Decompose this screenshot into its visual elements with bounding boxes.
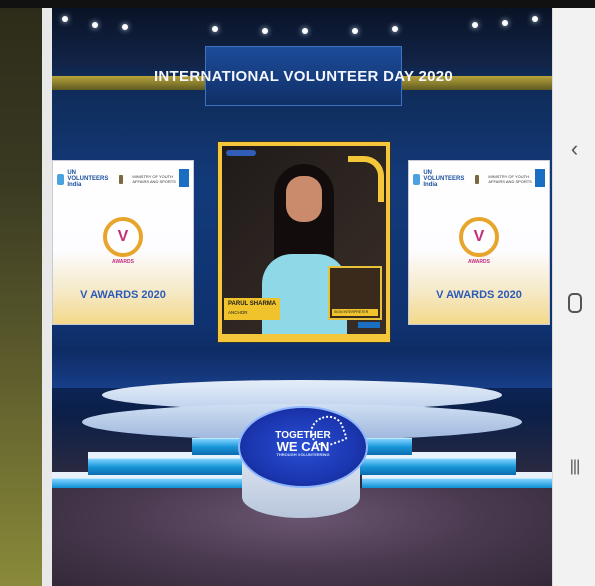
speaker-video-frame: PARUL SHARMA ANCHOR SIGN INTERPRETER <box>217 141 391 343</box>
un-volunteers-text: UN VOLUNTEERS India <box>67 170 108 188</box>
left-background-strip <box>0 8 52 586</box>
un-volunteers-country: India <box>67 182 82 188</box>
left-award-banner: UN VOLUNTEERS India MINISTRY OF YOUTH AF… <box>52 160 194 325</box>
home-icon <box>567 293 582 313</box>
banner-logo-row: UN VOLUNTEERS India MINISTRY OF YOUTH AF… <box>57 169 189 189</box>
home-button[interactable] <box>553 293 595 317</box>
event-title-panel: INTERNATIONAL VOLUNTEER DAY 2020 <box>154 46 453 106</box>
top-bar <box>0 0 595 8</box>
ceiling-light <box>472 22 478 28</box>
award-title: V AWARDS 2020 <box>80 289 166 301</box>
v-awards-logo-text: AWARDS <box>112 259 134 265</box>
led-strip <box>358 458 516 475</box>
led-strip <box>88 458 246 475</box>
national-emblem-icon <box>119 174 124 184</box>
decorative-curve <box>226 150 256 156</box>
event-title: INTERNATIONAL VOLUNTEER DAY 2020 <box>153 67 454 85</box>
ceiling-light <box>502 20 508 26</box>
ceiling-light <box>302 28 308 34</box>
speaker-face <box>286 176 322 222</box>
award-title: V AWARDS 2020 <box>436 289 522 301</box>
un-volunteers-label: UN VOLUNTEERS <box>67 170 109 182</box>
unicef-mark-icon <box>179 169 189 187</box>
slogan-line-3: THROUGH VOLUNTEERING <box>276 452 330 457</box>
virtual-stage-video[interactable]: INTERNATIONAL VOLUNTEER DAY 2020 UN VOLU… <box>52 8 552 586</box>
v-awards-logo-mark: V <box>117 228 129 245</box>
left-edge <box>42 8 52 586</box>
un-volunteers-text: UN VOLUNTEERS India <box>423 170 464 188</box>
un-volunteers-country: India <box>423 182 438 188</box>
ceiling-light <box>352 28 358 34</box>
ceiling-light <box>122 24 128 30</box>
v-awards-logo: V <box>459 217 499 257</box>
speaker-role: ANCHOR <box>228 310 248 315</box>
unicef-logo-icon <box>358 322 380 328</box>
interpreter-nameplate: SIGN INTERPRETER <box>332 309 378 316</box>
ceiling-light <box>92 22 98 28</box>
interpreter-label: SIGN INTERPRETER <box>334 310 369 314</box>
speaker-name: PARUL SHARMA <box>228 301 277 307</box>
ceiling-light <box>62 16 68 22</box>
ceiling-light <box>392 26 398 32</box>
recent-apps-button[interactable]: ||| <box>553 456 595 478</box>
v-awards-logo: V <box>103 217 143 257</box>
ceiling-light <box>262 28 268 34</box>
back-button[interactable]: ‹ <box>553 138 595 160</box>
un-volunteers-label: UN VOLUNTEERS <box>423 170 465 182</box>
banner-logo-row: UN VOLUNTEERS India MINISTRY OF YOUTH AF… <box>413 169 545 189</box>
slogan-line-2: WE CAN <box>276 439 330 454</box>
unicef-mark-icon <box>535 169 545 187</box>
ceiling-light <box>212 26 218 32</box>
back-chevron-icon: ‹ <box>570 136 579 161</box>
sign-interpreter-inset: SIGN INTERPRETER <box>328 266 382 320</box>
speaker-nameplate: PARUL SHARMA ANCHOR <box>224 298 280 320</box>
un-volunteers-logo-icon <box>57 173 65 185</box>
podium-slogan: TOGETHER WE CAN THROUGH VOLUNTEERING <box>240 430 366 458</box>
right-award-banner: UN VOLUNTEERS India MINISTRY OF YOUTH AF… <box>408 160 550 325</box>
un-volunteers-logo-icon <box>413 173 421 185</box>
v-awards-logo-text: AWARDS <box>468 259 490 265</box>
v-awards-logo-mark: V <box>473 228 485 245</box>
android-navigation-bar: ‹ ||| <box>552 8 595 586</box>
ceiling-light <box>532 16 538 22</box>
national-emblem-icon <box>475 174 480 184</box>
recent-apps-icon: ||| <box>569 458 581 475</box>
speaker-video: PARUL SHARMA ANCHOR SIGN INTERPRETER <box>222 146 386 334</box>
decorative-curve <box>348 156 384 202</box>
together-we-can-podium: TOGETHER WE CAN THROUGH VOLUNTEERING <box>238 406 368 488</box>
